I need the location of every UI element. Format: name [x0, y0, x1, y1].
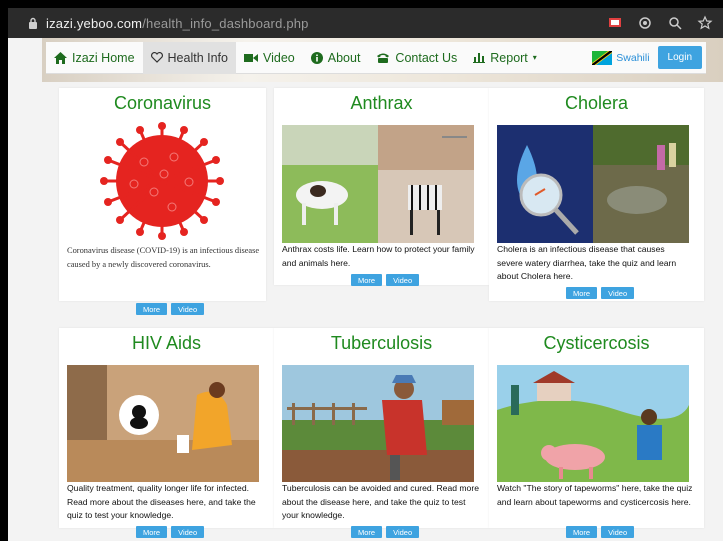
card-title[interactable]: Anthrax	[274, 93, 489, 114]
video-button[interactable]: Video	[601, 287, 635, 299]
card-actions: More Video	[136, 303, 205, 315]
card-actions: More Video	[136, 526, 205, 538]
card-description: Quality treatment, quality longer life f…	[67, 483, 256, 520]
more-button[interactable]: More	[566, 526, 598, 538]
video-button[interactable]: Video	[386, 274, 420, 286]
video-icon	[244, 53, 258, 63]
caret-down-icon: ▾	[532, 53, 537, 62]
card-coronavirus: Coronavirus Coronavirus disease (COVID-1…	[59, 88, 266, 301]
lock-icon	[28, 17, 38, 29]
cast-icon[interactable]	[607, 15, 623, 31]
nav-contact-us[interactable]: Contact Us	[368, 42, 465, 74]
nav-report[interactable]: Report ▾	[465, 42, 545, 74]
cholera-image[interactable]	[497, 125, 689, 243]
card-description: Watch "The story of tapeworms" here, tak…	[497, 483, 693, 507]
card-title[interactable]: Tuberculosis	[274, 333, 489, 354]
tuberculosis-image[interactable]	[282, 365, 474, 482]
card-actions: More Video	[351, 274, 420, 286]
nav-label: About	[327, 50, 361, 65]
nav-label: Video	[263, 50, 295, 65]
card-hiv-aids: HIV Aids Quality treatment, quality long…	[59, 328, 274, 528]
info-icon	[310, 51, 323, 64]
card-description: Cholera is an infectious disease that ca…	[497, 244, 677, 281]
nav-izazi-home[interactable]: Izazi Home	[46, 42, 143, 74]
more-button[interactable]: More	[136, 526, 168, 538]
video-button[interactable]: Video	[171, 526, 205, 538]
nav-about[interactable]: About	[303, 42, 369, 74]
nav-label: Report	[490, 50, 528, 65]
card-title[interactable]: Cholera	[489, 93, 704, 114]
page-content: Izazi Home Health Info Video About Conta…	[8, 38, 723, 541]
card-description: Anthrax costs life. Learn how to protect…	[282, 244, 475, 268]
phone-icon	[376, 52, 390, 63]
card-cholera: Cholera Cholera is an infectious disease…	[489, 88, 704, 301]
nav-health-info[interactable]: Health Info	[142, 41, 236, 74]
nav-label: Health Info	[167, 50, 228, 65]
main-navbar: Izazi Home Health Info Video About Conta…	[46, 41, 706, 74]
card-description: Tuberculosis can be avoided and cured. R…	[282, 483, 479, 520]
zoom-icon[interactable]	[667, 15, 683, 31]
card-tuberculosis: Tuberculosis Tuberculosis can be avoided…	[274, 328, 489, 528]
location-icon[interactable]	[637, 15, 653, 31]
card-description: Coronavirus disease (COVID-19) is an inf…	[67, 246, 260, 269]
url-host: izazi.yeboo.com	[46, 15, 143, 31]
language-switch[interactable]: Swahili	[592, 50, 650, 65]
card-actions: More Video	[351, 526, 420, 538]
home-icon	[54, 51, 67, 64]
nav-label: Contact Us	[395, 50, 458, 65]
card-actions: More Video	[566, 526, 635, 538]
card-title[interactable]: HIV Aids	[59, 333, 274, 354]
video-button[interactable]: Video	[386, 526, 420, 538]
nav-label: Izazi Home	[72, 50, 135, 65]
browser-toolbar: izazi.yeboo.com/health_info_dashboard.ph…	[8, 8, 723, 38]
tanzania-flag-icon	[592, 50, 613, 65]
video-button[interactable]: Video	[171, 303, 205, 315]
card-cysticercosis: Cysticercosis Watch "The story of tapewo…	[489, 328, 704, 528]
coronavirus-image[interactable]	[64, 122, 261, 240]
card-actions: More Video	[566, 287, 635, 299]
more-button[interactable]: More	[351, 274, 383, 286]
cysticercosis-image[interactable]	[497, 365, 689, 482]
card-title[interactable]: Coronavirus	[59, 93, 266, 114]
star-icon[interactable]	[697, 15, 713, 31]
card-title[interactable]: Cysticercosis	[489, 333, 704, 354]
address-bar[interactable]: izazi.yeboo.com/health_info_dashboard.ph…	[46, 16, 309, 31]
video-button[interactable]: Video	[601, 526, 635, 538]
more-button[interactable]: More	[351, 526, 383, 538]
browser-window: izazi.yeboo.com/health_info_dashboard.ph…	[8, 8, 723, 541]
more-button[interactable]: More	[566, 287, 598, 299]
bar-chart-icon	[473, 52, 486, 63]
hiv-aids-image[interactable]	[67, 365, 259, 482]
heart-icon	[150, 52, 163, 63]
anthrax-image[interactable]	[282, 125, 474, 243]
login-button[interactable]: Login	[657, 46, 702, 69]
more-button[interactable]: More	[136, 303, 168, 315]
nav-video[interactable]: Video	[236, 42, 303, 74]
language-label: Swahili	[616, 51, 650, 64]
url-path: /health_info_dashboard.php	[142, 15, 309, 31]
card-anthrax: Anthrax Anthrax costs life. Learn how to	[274, 88, 489, 285]
